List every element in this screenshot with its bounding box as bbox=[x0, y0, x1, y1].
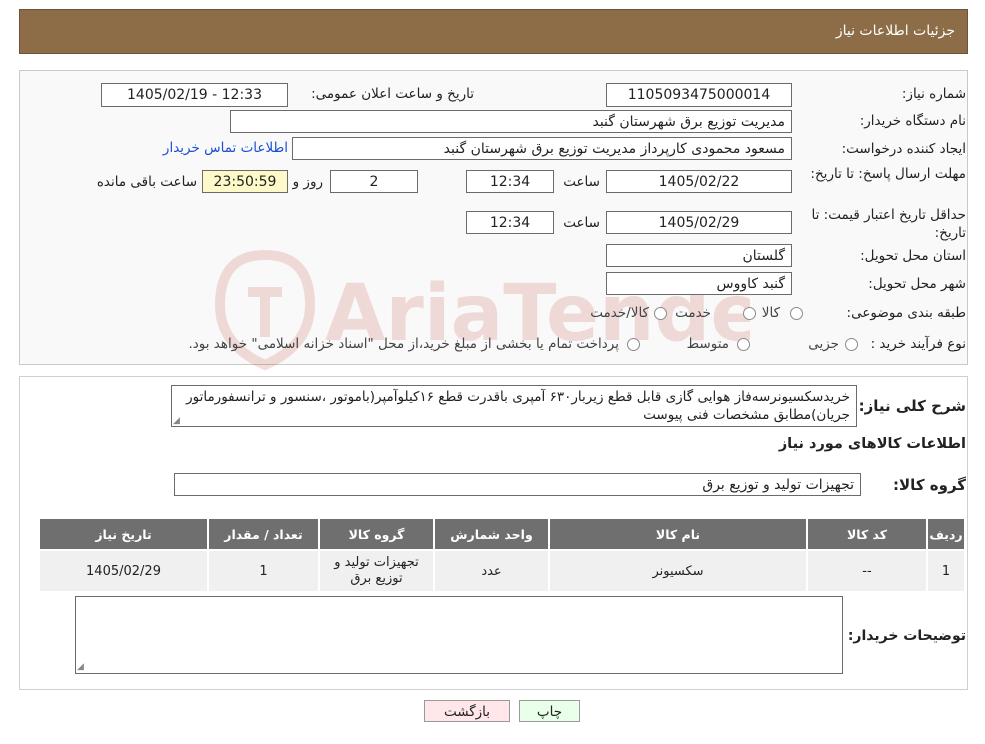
validity-time-field[interactable]: 12:34 bbox=[466, 211, 554, 234]
print-button[interactable]: چاپ bbox=[519, 700, 580, 722]
days-label: روز و bbox=[292, 174, 323, 190]
creator-field[interactable]: مسعود محمودی کارپرداز مدیریت توزیع برق ش… bbox=[292, 137, 792, 160]
notes-resize-handle-icon[interactable]: ◢ bbox=[77, 663, 85, 672]
cell-quantity: 1 bbox=[207, 549, 320, 593]
description-field[interactable]: خریدسکسیونرسه‌فاز هوایی گازی قابل قطع زی… bbox=[171, 385, 857, 427]
validity-label: حداقل تاریخ اعتبار قیمت: تا تاریخ: bbox=[811, 207, 966, 241]
category-option-goods-service: کالا/خدمت bbox=[590, 305, 649, 321]
creator-label: ایجاد کننده درخواست: bbox=[841, 141, 966, 157]
validity-time-label: ساعت bbox=[563, 215, 600, 231]
category-radio-goods-service[interactable] bbox=[654, 307, 667, 320]
announce-label: تاریخ و ساعت اعلان عمومی: bbox=[311, 86, 474, 102]
col-need-date: تاریخ نیاز bbox=[38, 517, 209, 551]
buyer-notes-label: توضیحات خریدار: bbox=[847, 628, 966, 644]
process-radio-treasury[interactable] bbox=[627, 338, 640, 351]
goods-group-field[interactable]: تجهیزات تولید و توزیع برق bbox=[174, 473, 861, 496]
deadline-time-field[interactable]: 12:34 bbox=[466, 170, 554, 193]
city-field[interactable]: گنبد کاووس bbox=[606, 272, 792, 295]
need-number-field[interactable]: 1105093475000014 bbox=[606, 83, 792, 107]
table-row: 1 -- سکسیونر عدد تجهیزات تولید و توزیع ب… bbox=[38, 549, 966, 593]
process-radio-minor[interactable] bbox=[845, 338, 858, 351]
page-header: جزئیات اطلاعات نیاز bbox=[19, 9, 968, 54]
goods-section-title: اطلاعات کالاهای مورد نیاز bbox=[778, 436, 966, 452]
col-goods-group: گروه کالا bbox=[318, 517, 435, 551]
cell-unit: عدد bbox=[433, 549, 550, 593]
remaining-time-field: 23:50:59 bbox=[202, 170, 288, 193]
remaining-label: ساعت باقی مانده bbox=[96, 174, 197, 190]
category-label: طبقه بندی موضوعی: bbox=[846, 305, 966, 321]
cell-goods-group: تجهیزات تولید و توزیع برق bbox=[318, 549, 435, 593]
buyer-org-field[interactable]: مدیریت توزیع برق شهرستان گنبد bbox=[230, 110, 792, 133]
category-radio-service[interactable] bbox=[743, 307, 756, 320]
back-button[interactable]: بازگشت bbox=[424, 700, 510, 722]
validity-date-field[interactable]: 1405/02/29 bbox=[606, 211, 792, 234]
cell-row-number: 1 bbox=[926, 549, 966, 593]
need-number-label: شماره نیاز: bbox=[901, 86, 966, 102]
province-field[interactable]: گلستان bbox=[606, 244, 792, 267]
announce-datetime-field[interactable]: 1405/02/19 - 12:33 bbox=[101, 83, 288, 107]
deadline-date-field[interactable]: 1405/02/22 bbox=[606, 170, 792, 193]
table-header-row: ردیف کد کالا نام کالا واحد شمارش گروه کا… bbox=[38, 517, 966, 551]
deadline-label: مهلت ارسال پاسخ: تا تاریخ: bbox=[810, 166, 966, 182]
cell-need-date: 1405/02/29 bbox=[38, 549, 209, 593]
process-label: نوع فرآیند خرید : bbox=[870, 336, 966, 352]
process-treasury-note: پرداخت تمام یا بخشی از مبلغ خرید،از محل … bbox=[188, 336, 619, 352]
resize-handle-icon[interactable]: ◢ bbox=[173, 417, 181, 426]
cell-goods-name: سکسیونر bbox=[548, 549, 808, 593]
description-text: خریدسکسیونرسه‌فاز هوایی گازی قابل قطع زی… bbox=[186, 389, 850, 423]
deadline-time-label: ساعت bbox=[563, 174, 600, 190]
cell-goods-code: -- bbox=[806, 549, 928, 593]
col-goods-name: نام کالا bbox=[548, 517, 808, 551]
description-label: شرح کلی نیاز: bbox=[858, 397, 966, 415]
buyer-contact-link[interactable]: اطلاعات تماس خریدار bbox=[163, 140, 288, 156]
buyer-org-label: نام دستگاه خریدار: bbox=[859, 113, 966, 129]
col-quantity: تعداد / مقدار bbox=[207, 517, 320, 551]
buyer-notes-field[interactable] bbox=[75, 596, 843, 674]
page-title: جزئیات اطلاعات نیاز bbox=[835, 23, 955, 39]
col-unit: واحد شمارش bbox=[433, 517, 550, 551]
process-option-medium: متوسط bbox=[686, 336, 729, 352]
category-radio-goods[interactable] bbox=[790, 307, 803, 320]
process-radio-medium[interactable] bbox=[737, 338, 750, 351]
col-goods-code: کد کالا bbox=[806, 517, 928, 551]
city-label: شهر محل تحویل: bbox=[868, 276, 966, 292]
category-option-service: خدمت bbox=[675, 305, 711, 321]
goods-table: ردیف کد کالا نام کالا واحد شمارش گروه کا… bbox=[38, 517, 966, 593]
process-option-minor: جزیی bbox=[808, 336, 839, 352]
category-option-goods: کالا bbox=[761, 305, 780, 321]
days-field[interactable]: 2 bbox=[330, 170, 418, 193]
goods-group-label: گروه کالا: bbox=[893, 476, 966, 494]
province-label: استان محل تحویل: bbox=[860, 248, 966, 264]
col-row-number: ردیف bbox=[926, 517, 966, 551]
